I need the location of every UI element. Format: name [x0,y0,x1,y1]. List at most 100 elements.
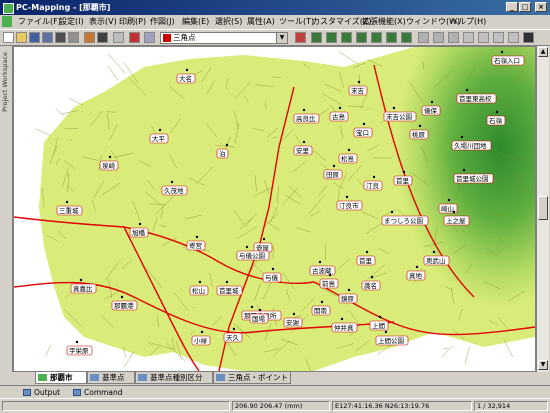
command-label: Command [84,388,123,397]
scroll-thumb[interactable] [538,196,548,220]
triangle-point-marker [251,306,253,308]
select-polygon-icon[interactable] [448,32,459,43]
print-icon[interactable] [55,32,66,43]
place-label-text: 天久 [226,333,240,342]
minimize-button[interactable]: _ [506,2,518,12]
tab-label: 三角点・ポイント [228,373,288,382]
tab-kijunten-shubetsu[interactable]: 基準点種別区分 [135,372,213,384]
place-label-text: 汀良 [366,181,380,190]
tab-command[interactable]: Command [72,387,139,398]
layer-tabs: 那覇市 基準点 基準点種別区分 三角点・ポイント [13,372,550,385]
tab-label: 基準点種別区分 [150,373,203,382]
measure-icon[interactable] [401,32,412,43]
grid-icon[interactable] [523,32,534,43]
menu-settings[interactable]: 設定(I) [57,15,86,29]
map-canvas[interactable]: 石嶺入口末吉首里東高校大名儀保石嶺古島末吉公園高良比宝口桃原大平安里松島久場川団… [14,47,535,371]
menu-help[interactable]: ヘルプ(H) [448,15,488,29]
street-line [339,52,358,65]
map-icon [38,374,47,381]
save-icon[interactable] [29,32,40,43]
print-preview-icon[interactable] [68,32,79,43]
zoom-in-icon[interactable] [295,32,306,43]
scroll-down-arrow[interactable]: ▼ [538,360,548,370]
table-icon[interactable] [493,32,504,43]
triangle-point-marker [263,238,265,240]
open-folder-icon[interactable] [16,32,27,43]
menu-draw[interactable]: 作図(J) [148,15,177,29]
triangle-point-marker [333,165,335,167]
place-label-text: 儀保 [424,106,438,115]
triangle-point-marker [363,123,365,125]
close-button[interactable]: × [535,2,547,12]
scroll-up-arrow[interactable]: ▲ [538,47,548,57]
place-label-text: 泉崎 [102,161,116,170]
menu-view[interactable]: 表示(V) [87,15,119,29]
toolbar: 三角点 ▼ [0,29,550,46]
place-label-text: 小禄 [194,336,208,345]
triangle-point-marker [433,251,435,253]
next-view-icon[interactable] [371,32,382,43]
place-label-text: 壺屋 [256,243,270,252]
tab-output[interactable]: Output [22,387,78,398]
maximize-button[interactable]: □ [519,2,531,12]
vertical-scrollbar[interactable]: ▲ ▼ [536,46,549,372]
menu-select[interactable]: 選択(S) [213,15,244,29]
triangle-point-marker [171,181,173,183]
triangle-point-marker [416,266,418,268]
place-label-text: 首里 [396,176,410,185]
triangle-point-marker [346,196,348,198]
triangle-point-marker [419,125,421,127]
zoom-out-icon[interactable] [311,32,322,43]
select-icon[interactable] [418,32,429,43]
place-label-text: 大平 [152,134,166,143]
copy-icon[interactable] [97,32,108,43]
tab-naha[interactable]: 那覇市 [35,372,87,384]
triangle-point-marker [373,176,375,178]
place-label-text: 崎山 [441,204,454,213]
layer-icon[interactable] [129,32,140,43]
pan-icon[interactable] [326,32,337,43]
paste-icon[interactable] [113,32,124,43]
place-label-text: 久場川団地 [454,141,487,150]
window-icon[interactable] [508,32,519,43]
map-view[interactable]: 石嶺入口末吉首里東高校大名儀保石嶺古島末吉公園高良比宝口桃原大平安里松島久場川団… [13,46,536,372]
menu-extensions[interactable]: 拡張機能(X) [360,15,408,29]
street-line [56,108,64,116]
place-label-text: 安里 [296,146,310,155]
attribute-icon[interactable] [478,32,489,43]
place-label: 宇栄原 [67,341,92,355]
refresh-icon[interactable] [386,32,397,43]
save-as-icon[interactable] [42,32,53,43]
layer-list-icon[interactable] [144,32,155,43]
select-rect-icon[interactable] [433,32,444,43]
cut-icon[interactable] [84,32,95,43]
triangle-point-marker [366,251,368,253]
menu-print[interactable]: 印刷(P) [117,15,148,29]
tab-kijunten[interactable]: 基準点 [87,372,135,384]
street-line [465,346,470,364]
info-icon[interactable] [463,32,474,43]
place-label-text: 古波蔵 [312,266,332,275]
menu-attribute[interactable]: 属性(A) [245,15,277,29]
previous-view-icon[interactable] [356,32,367,43]
place-label-text: 首里城 [219,286,239,295]
full-extent-icon[interactable] [341,32,352,43]
triangle-point-marker [293,313,295,315]
place-label-text: 宇栄原 [69,346,89,355]
place-label-text: 与儀公園 [239,251,265,260]
triangle-point-marker [461,136,463,138]
chevron-down-icon[interactable]: ▼ [276,33,287,43]
new-icon[interactable] [3,32,14,43]
command-icon [73,389,81,396]
tab-sankakuten-point[interactable]: 三角点・ポイント [213,372,291,384]
triangle-point-marker [121,296,123,298]
triangle-point-marker [385,331,387,333]
project-workspace-panel[interactable]: Project Workspace [0,46,13,372]
menu-file[interactable]: ファイル(F) [16,15,63,29]
menu-edit[interactable]: 編集(E) [180,15,211,29]
triangle-point-marker [348,149,350,151]
triangle-point-marker [339,107,341,109]
triangle-point-marker [341,318,343,320]
layer-select[interactable]: 三角点 ▼ [160,32,288,44]
status-message [2,401,230,411]
